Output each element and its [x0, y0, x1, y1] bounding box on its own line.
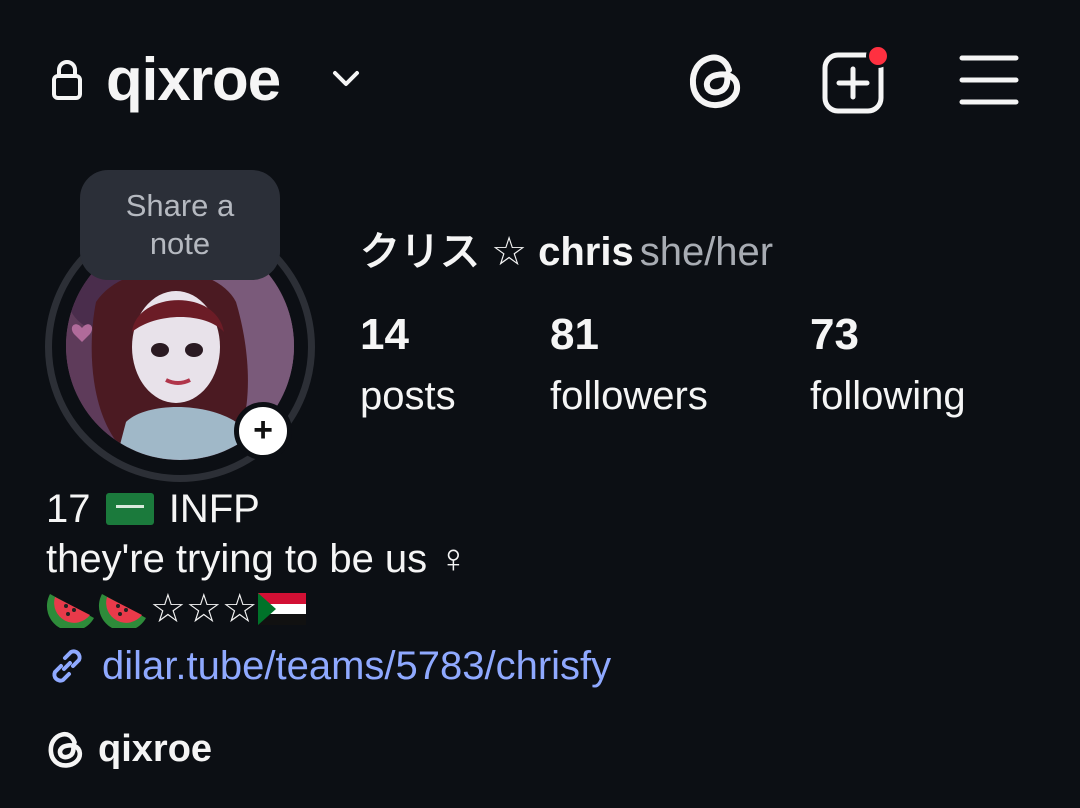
- followers-count: 81: [550, 310, 599, 359]
- bio-link-text[interactable]: dilar.tube/teams/5783/chrisfy: [102, 638, 611, 694]
- following-count: 73: [810, 310, 859, 359]
- stat-followers[interactable]: 81 followers: [550, 308, 708, 426]
- note-line-1: Share a: [125, 188, 235, 223]
- followers-label: followers: [550, 374, 708, 418]
- saudi-flag-icon: [105, 493, 154, 525]
- bio-line-1: 17 INFP: [46, 484, 260, 534]
- menu-icon[interactable]: [958, 52, 1020, 108]
- bio-line-2: they're trying to be us ♀: [46, 537, 469, 581]
- posts-label: posts: [360, 374, 456, 418]
- watermelon-icon: [46, 594, 94, 628]
- threads-icon: [48, 731, 83, 768]
- bio-age: 17: [46, 487, 91, 531]
- notification-dot: [866, 44, 890, 68]
- lock-icon: [52, 60, 82, 100]
- note-line-2: note: [149, 226, 211, 261]
- display-name-row: クリス ☆ chris she/her: [360, 226, 773, 278]
- threads-profile-badge[interactable]: qixroe: [46, 724, 212, 774]
- bio-line-3: ☆☆☆: [46, 584, 306, 634]
- plus-icon: +: [253, 410, 273, 449]
- share-note-bubble[interactable]: Share a note: [80, 170, 280, 280]
- bio-link[interactable]: dilar.tube/teams/5783/chrisfy: [46, 638, 611, 694]
- following-label: following: [810, 374, 966, 418]
- bio-stars: ☆☆☆: [150, 587, 258, 631]
- posts-count: 14: [360, 310, 409, 359]
- bio-mbti: INFP: [168, 487, 260, 531]
- stat-posts[interactable]: 14 posts: [360, 308, 456, 426]
- add-story-button[interactable]: +: [234, 402, 292, 460]
- stat-following[interactable]: 73 following: [810, 308, 966, 426]
- chevron-down-icon[interactable]: [330, 62, 362, 94]
- pronouns: she/her: [639, 230, 774, 274]
- account-username[interactable]: qixroe: [106, 42, 281, 118]
- watermelon-icon: [98, 594, 146, 628]
- display-name: クリス ☆ chris: [360, 230, 634, 274]
- threads-icon[interactable]: [686, 48, 746, 112]
- link-icon: [52, 649, 82, 683]
- threads-handle: qixroe: [98, 728, 213, 770]
- sudan-flag-icon: [257, 593, 306, 625]
